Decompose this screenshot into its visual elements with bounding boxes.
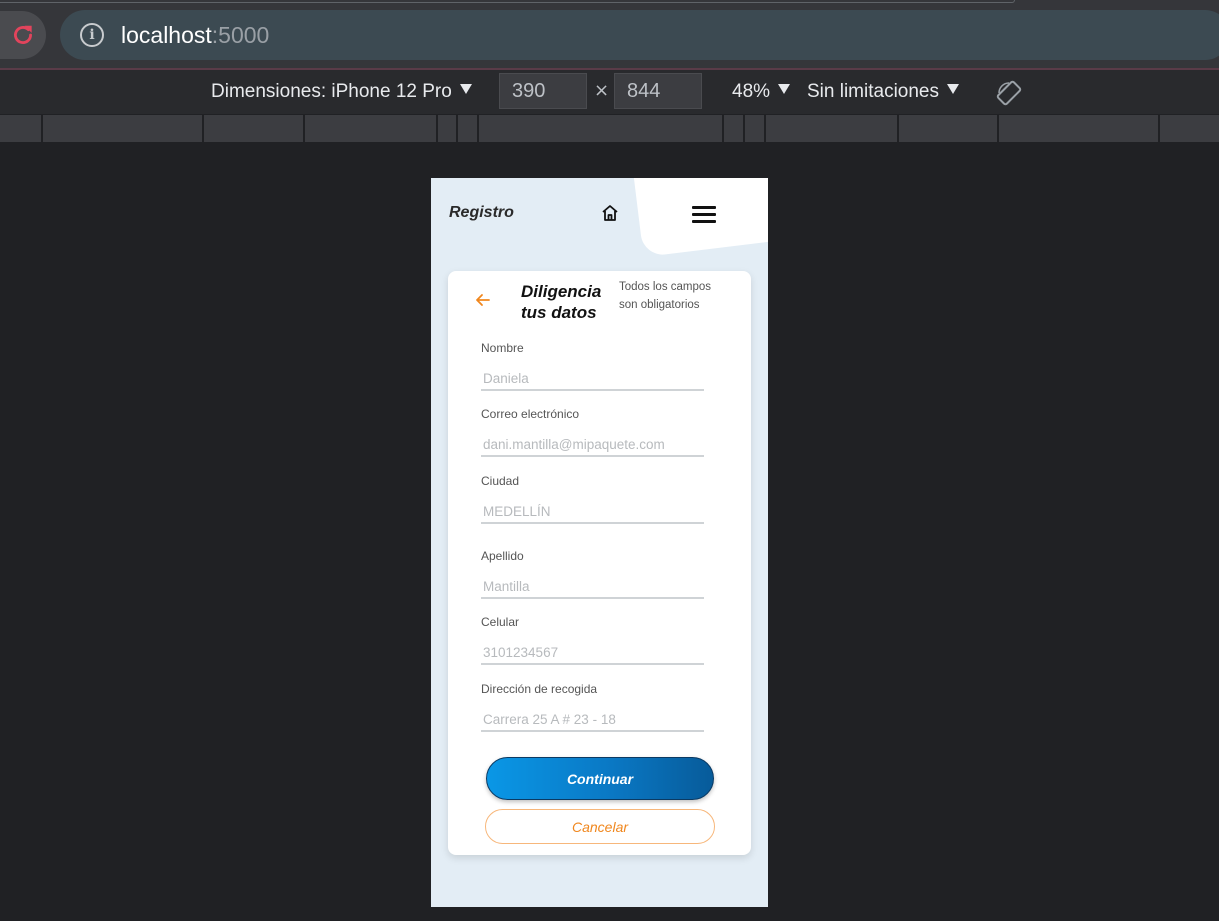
media-query-divider (436, 115, 438, 144)
zoom-dropdown[interactable]: 48% (732, 80, 791, 104)
media-query-divider (722, 115, 724, 144)
media-query-bar[interactable] (0, 114, 1219, 144)
device-viewport: Registro Diligencia tus datos Todos los … (431, 178, 768, 907)
correo-label: Correo electrónico (481, 407, 580, 421)
direccion-field: Dirección de recogida (481, 682, 704, 732)
rotate-icon[interactable] (996, 80, 1022, 106)
chevron-down-icon (947, 84, 959, 94)
celular-input[interactable] (481, 641, 704, 665)
apellido-field: Apellido (481, 549, 704, 599)
dimensions-label: Dimensiones: iPhone 12 Pro (211, 81, 452, 102)
reload-button[interactable] (0, 11, 46, 59)
width-input[interactable]: 390 (499, 73, 587, 109)
registration-form-card: Diligencia tus datos Todos los campos so… (448, 271, 751, 855)
nombre-label: Nombre (481, 341, 524, 355)
throttling-label: Sin limitaciones (807, 81, 939, 102)
media-query-divider (477, 115, 479, 144)
reload-icon (14, 25, 32, 44)
media-query-divider (997, 115, 999, 144)
media-query-divider (764, 115, 766, 144)
form-heading: Diligencia tus datos (521, 282, 602, 322)
media-query-divider (202, 115, 204, 144)
chevron-down-icon (459, 84, 472, 94)
media-query-divider (1158, 115, 1160, 144)
media-query-divider (743, 115, 745, 144)
site-info-icon[interactable]: i (80, 23, 104, 47)
dimensions-dropdown[interactable]: Dimensiones: iPhone 12 Pro (211, 80, 472, 104)
page-title: Registro (449, 204, 514, 221)
cancel-button[interactable]: Cancelar (485, 809, 715, 844)
correo-field: Correo electrónico (481, 407, 704, 457)
url-text[interactable]: localhost:5000 (121, 20, 269, 50)
required-fields-note: Todos los campos son obligatorios (619, 281, 712, 311)
apellido-label: Apellido (481, 549, 524, 563)
direccion-input[interactable] (481, 708, 704, 732)
media-query-divider (456, 115, 458, 144)
browser-address-bar: i localhost:5000 (0, 0, 1219, 70)
url-host: localhost (121, 22, 212, 48)
ciudad-input[interactable] (481, 500, 704, 524)
times-separator: × (594, 80, 610, 101)
throttling-dropdown[interactable]: Sin limitaciones (807, 80, 959, 104)
tab-strip-edge (0, 0, 1015, 3)
chevron-down-icon (778, 84, 791, 94)
nombre-input[interactable] (481, 367, 704, 391)
correo-input[interactable] (481, 433, 704, 457)
celular-label: Celular (481, 615, 520, 629)
nombre-field: Nombre (481, 341, 704, 391)
home-icon[interactable] (600, 203, 620, 223)
direccion-label: Dirección de recogida (481, 682, 598, 696)
url-port: :5000 (211, 22, 270, 48)
ciudad-label: Ciudad (481, 474, 520, 488)
ciudad-field: Ciudad (481, 474, 704, 524)
back-arrow-icon[interactable] (475, 292, 491, 308)
zoom-label: 48% (732, 81, 771, 102)
media-query-divider (897, 115, 899, 144)
celular-field: Celular (481, 615, 704, 665)
media-query-divider (41, 115, 43, 144)
continue-button[interactable]: Continuar (486, 757, 714, 800)
device-toolbar: Dimensiones: iPhone 12 Pro 390 × 844 48%… (0, 70, 1219, 114)
menu-icon[interactable] (692, 206, 716, 224)
media-query-divider (303, 115, 305, 144)
height-input[interactable]: 844 (614, 73, 702, 109)
apellido-input[interactable] (481, 575, 704, 599)
